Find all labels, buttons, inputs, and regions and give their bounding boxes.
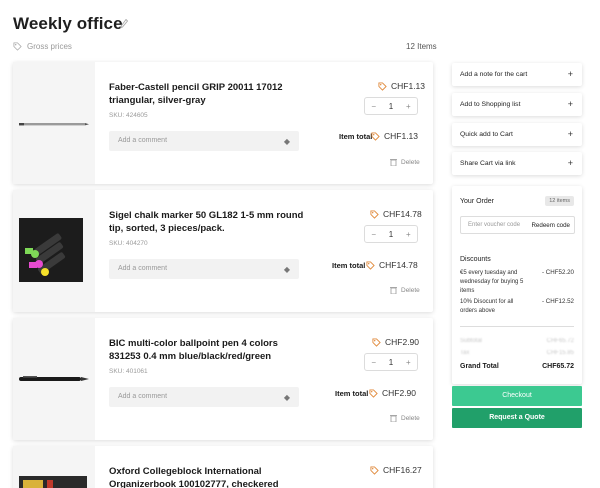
comment-placeholder: Add a comment	[118, 393, 168, 400]
add-note-label: Add a note for the cart	[460, 71, 528, 78]
page-title: Weekly office	[13, 14, 123, 33]
tag-icon	[370, 209, 379, 219]
increment-button[interactable]: +	[400, 102, 417, 111]
tag-icon	[371, 131, 380, 141]
add-note-button[interactable]: Add a note for the cart +	[452, 63, 582, 86]
item-total-value: CHF14.78	[366, 260, 418, 270]
delete-button[interactable]: Delete	[390, 158, 420, 166]
product-sku: SKU: 404270	[109, 240, 148, 247]
cart-item-card: BIC multi-color ballpoint pen 4 colors 8…	[13, 318, 433, 440]
checkout-button[interactable]: Checkout	[452, 386, 582, 406]
share-cart-label: Share Cart via link	[460, 160, 516, 167]
gross-prices-toggle[interactable]: Gross prices	[13, 42, 72, 51]
comment-input[interactable]: Add a comment ◆	[109, 387, 299, 407]
unit-price: CHF2.90	[372, 337, 419, 347]
unit-price: CHF14.78	[370, 209, 422, 219]
divider	[460, 326, 574, 327]
comment-placeholder: Add a comment	[118, 137, 168, 144]
discount-description: 10% Disocunt for all orders above	[460, 299, 514, 314]
item-total-label: Item total	[335, 389, 369, 398]
voucher-placeholder: Enter voucher code	[468, 222, 521, 228]
cart-item-card: Sigel chalk marker 50 GL182 1-5 mm round…	[13, 190, 433, 312]
item-total-value: CHF2.90	[369, 388, 416, 398]
delete-button[interactable]: Delete	[390, 286, 420, 294]
tag-icon	[372, 337, 381, 347]
subtotal-row: Subtotal CHF65.72	[460, 338, 574, 344]
request-quote-button[interactable]: Request a Quote	[452, 408, 582, 428]
unit-price: CHF1.13	[378, 81, 425, 91]
tag-icon	[370, 465, 379, 475]
cart-item-card: Faber-Castell pencil GRIP 20011 17012 tr…	[13, 62, 433, 184]
redeem-code-button[interactable]: Redeem code	[531, 222, 570, 229]
product-image[interactable]	[13, 318, 95, 440]
comment-placeholder: Add a comment	[118, 265, 168, 272]
share-cart-button[interactable]: Share Cart via link +	[452, 152, 582, 175]
decrement-button[interactable]: −	[365, 102, 382, 111]
item-total-label: Item total	[332, 261, 366, 270]
voucher-input[interactable]: Enter voucher code Redeem code	[460, 216, 575, 234]
tag-icon	[366, 260, 375, 270]
add-to-shopping-list-label: Add to Shopping list	[460, 101, 521, 108]
product-image[interactable]	[13, 62, 95, 184]
gross-prices-label: Gross prices	[27, 42, 72, 51]
plus-icon: +	[567, 158, 573, 168]
trash-icon	[390, 159, 397, 166]
items-count: 12 Items	[406, 42, 437, 51]
discount-value: - CHF12.52	[542, 298, 574, 305]
quick-add-label: Quick add to Cart	[460, 131, 513, 138]
decrement-button[interactable]: −	[365, 230, 382, 239]
product-image[interactable]	[13, 446, 95, 488]
grand-total-value: CHF65.72	[542, 363, 574, 370]
tag-icon	[378, 81, 387, 91]
delete-button[interactable]: Delete	[390, 414, 420, 422]
quick-add-button[interactable]: Quick add to Cart +	[452, 123, 582, 146]
add-to-shopping-list-button[interactable]: Add to Shopping list +	[452, 93, 582, 116]
tag-icon	[369, 388, 378, 398]
add-comment-icon: ◆	[283, 393, 290, 402]
quantity-value[interactable]: 1	[382, 358, 399, 367]
quantity-stepper[interactable]: − 1 +	[364, 97, 418, 115]
pencil-edit-icon[interactable]	[120, 19, 128, 29]
increment-button[interactable]: +	[400, 230, 417, 239]
quantity-value[interactable]: 1	[382, 230, 399, 239]
plus-icon: +	[567, 129, 573, 139]
add-comment-icon: ◆	[283, 265, 290, 274]
product-image[interactable]	[13, 190, 95, 312]
comment-input[interactable]: Add a comment ◆	[109, 131, 299, 151]
unit-price: CHF16.27	[370, 465, 422, 475]
plus-icon: +	[567, 99, 573, 109]
quantity-value[interactable]: 1	[382, 102, 399, 111]
comment-input[interactable]: Add a comment ◆	[109, 259, 299, 279]
order-summary: Your Order 12 items Enter voucher code R…	[452, 186, 582, 384]
cart-item-card: Oxford Collegeblock International Organi…	[13, 446, 433, 488]
discount-description: €5 every tuesday and wednesday for buyin…	[460, 270, 524, 294]
product-name[interactable]: Faber-Castell pencil GRIP 20011 17012 tr…	[109, 81, 309, 107]
decrement-button[interactable]: −	[365, 358, 382, 367]
discount-value: - CHF52.20	[542, 269, 574, 276]
item-total-value: CHF1.13	[371, 131, 418, 141]
increment-button[interactable]: +	[400, 358, 417, 367]
trash-icon	[390, 415, 397, 422]
discounts-title: Discounts	[460, 256, 491, 263]
tax-row: Tax CHF15.85	[460, 350, 574, 356]
product-name[interactable]: Sigel chalk marker 50 GL182 1-5 mm round…	[109, 209, 309, 235]
trash-icon	[390, 287, 397, 294]
order-title: Your Order	[460, 198, 494, 205]
plus-icon: +	[567, 69, 573, 79]
product-sku: SKU: 424605	[109, 112, 148, 119]
tag-icon	[13, 42, 22, 51]
order-items-badge: 12 items	[545, 196, 574, 206]
grand-total-label: Grand Total	[460, 363, 499, 370]
item-total-label: Item total	[339, 132, 373, 141]
product-name[interactable]: Oxford Collegeblock International Organi…	[109, 465, 309, 488]
add-comment-icon: ◆	[283, 137, 290, 146]
product-name[interactable]: BIC multi-color ballpoint pen 4 colors 8…	[109, 337, 309, 363]
quantity-stepper[interactable]: − 1 +	[364, 225, 418, 243]
quantity-stepper[interactable]: − 1 +	[364, 353, 418, 371]
product-sku: SKU: 401061	[109, 368, 148, 375]
